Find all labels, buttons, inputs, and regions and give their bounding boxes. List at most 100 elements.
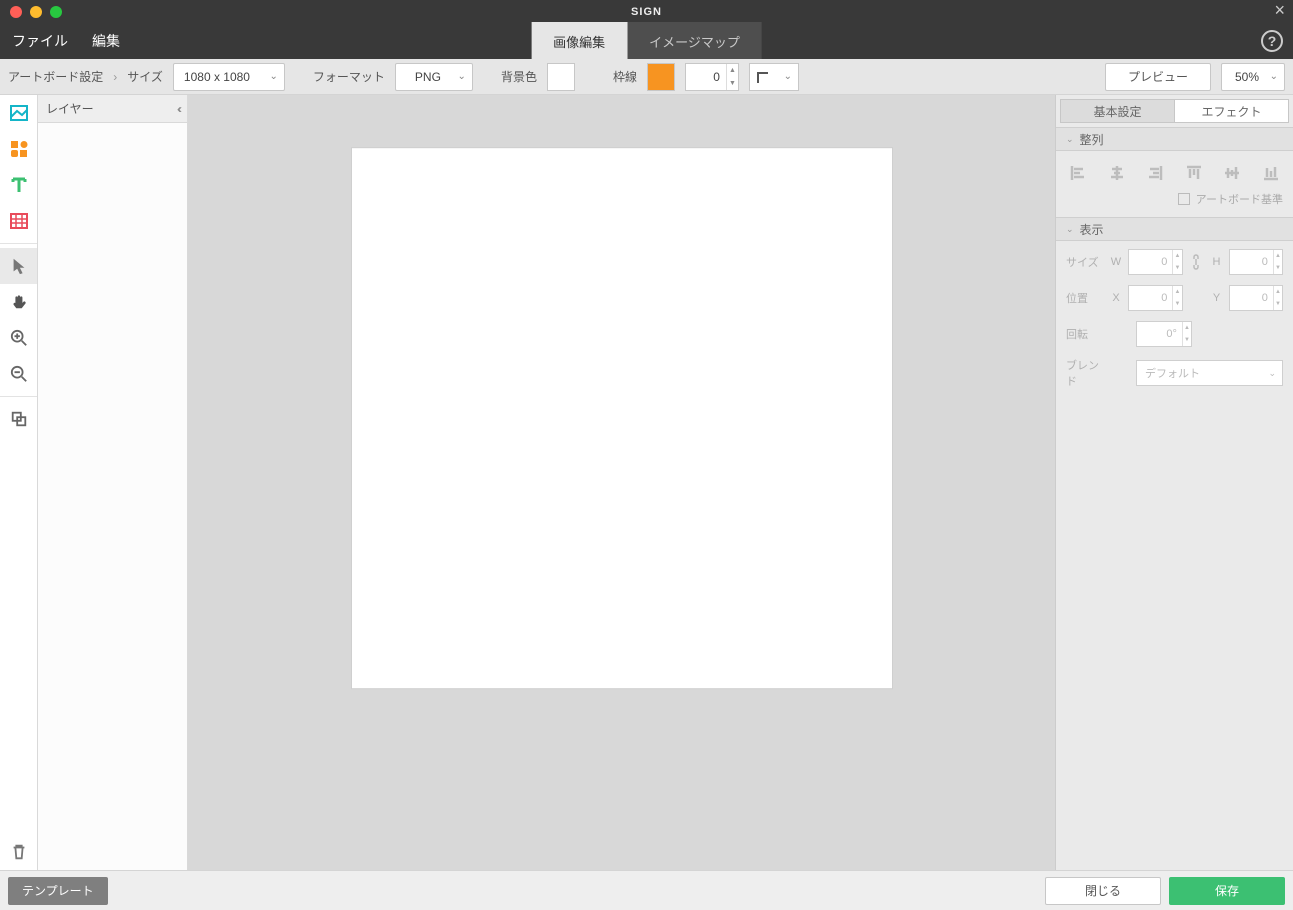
save-button[interactable]: 保存 <box>1169 877 1285 905</box>
layers-panel-header: レイヤー ‹‹ <box>38 95 187 123</box>
tool-select[interactable] <box>0 248 37 284</box>
size-field-label: サイズ <box>1066 254 1104 270</box>
tool-zoom-out[interactable] <box>0 356 37 392</box>
tool-text[interactable] <box>0 167 37 203</box>
tool-trash[interactable] <box>0 834 37 870</box>
y-input[interactable]: ▲▼ <box>1229 285 1284 311</box>
section-display-header[interactable]: ⌄ 表示 <box>1056 217 1293 241</box>
border-label: 枠線 <box>613 68 637 85</box>
chevron-down-icon: ⌄ <box>784 71 792 82</box>
bg-color-swatch[interactable] <box>547 63 575 91</box>
format-select[interactable]: PNG ⌄ <box>395 63 473 91</box>
tab-image-map[interactable]: イメージマップ <box>627 22 762 59</box>
align-bottom-icon[interactable] <box>1261 163 1281 183</box>
menubar: ファイル 編集 画像編集 イメージマップ ? <box>0 23 1293 59</box>
template-button[interactable]: テンプレート <box>8 877 108 905</box>
mode-tabs: 画像編集 イメージマップ <box>531 22 762 59</box>
border-color-swatch[interactable] <box>647 63 675 91</box>
chevron-down-icon: ⌄ <box>1270 71 1278 82</box>
section-align-title: 整列 <box>1080 131 1104 148</box>
shapes-icon <box>9 139 29 159</box>
link-dimensions-icon[interactable] <box>1187 254 1205 270</box>
spin-up-icon[interactable]: ▲ <box>1183 322 1191 334</box>
border-style-select[interactable]: ⌄ <box>749 63 799 91</box>
titlebar: SIGN × <box>0 0 1293 23</box>
spin-down-icon[interactable]: ▼ <box>1183 334 1191 346</box>
trash-icon <box>10 843 28 861</box>
spin-down-icon[interactable]: ▼ <box>1274 262 1282 274</box>
section-align-header[interactable]: ⌄ 整列 <box>1056 127 1293 151</box>
corner-icon <box>756 69 772 85</box>
spin-up-icon[interactable]: ▲ <box>727 64 738 77</box>
artboard-reference-checkbox[interactable] <box>1178 193 1190 205</box>
section-display-title: 表示 <box>1080 221 1104 238</box>
position-field-label: 位置 <box>1066 290 1104 306</box>
align-top-icon[interactable] <box>1184 163 1204 183</box>
spin-down-icon[interactable]: ▼ <box>727 77 738 90</box>
width-input[interactable]: ▲▼ <box>1128 249 1183 275</box>
spin-up-icon[interactable]: ▲ <box>1173 286 1181 298</box>
blend-mode-select[interactable]: デフォルト ⌄ <box>1136 360 1283 386</box>
rotation-label: 回転 <box>1066 326 1104 342</box>
canvas-area[interactable] <box>188 95 1055 870</box>
spin-up-icon[interactable]: ▲ <box>1173 250 1181 262</box>
section-display-body: サイズ W ▲▼ H ▲▼ 位置 X ▲▼ Y ▲▼ 回転 <box>1056 241 1293 399</box>
chevron-down-icon: ⌄ <box>1268 368 1276 379</box>
zoom-select[interactable]: 50% ⌄ <box>1221 63 1285 91</box>
height-input[interactable]: ▲▼ <box>1229 249 1284 275</box>
artboard-settings-label: アートボード設定 <box>8 68 103 85</box>
tab-effects[interactable]: エフェクト <box>1174 99 1289 123</box>
format-value: PNG <box>415 70 441 84</box>
format-label: フォーマット <box>313 68 385 85</box>
tool-hand[interactable] <box>0 284 37 320</box>
close-button[interactable]: 閉じる <box>1045 877 1161 905</box>
spin-up-icon[interactable]: ▲ <box>1274 286 1282 298</box>
tool-image[interactable] <box>0 95 37 131</box>
hand-icon <box>10 293 28 311</box>
toolbox <box>0 95 38 870</box>
tool-zoom-in[interactable] <box>0 320 37 356</box>
spin-down-icon[interactable]: ▼ <box>1173 298 1181 310</box>
layers-title: レイヤー <box>46 100 94 117</box>
align-left-icon[interactable] <box>1068 163 1088 183</box>
artboard[interactable] <box>352 148 892 688</box>
spin-down-icon[interactable]: ▼ <box>1173 262 1181 274</box>
menu-file[interactable]: ファイル <box>12 31 68 51</box>
window-minimize-icon[interactable] <box>30 6 42 18</box>
inspector-panel: 基本設定 エフェクト ⌄ 整列 アートボード基準 <box>1055 95 1293 870</box>
tool-duplicate[interactable] <box>0 401 37 437</box>
zoom-value: 50% <box>1235 70 1259 84</box>
y-label: Y <box>1209 292 1225 304</box>
h-label: H <box>1209 256 1225 268</box>
preview-button[interactable]: プレビュー <box>1105 63 1211 91</box>
tab-basic-settings[interactable]: 基本設定 <box>1060 99 1174 123</box>
text-icon <box>9 175 29 195</box>
spin-up-icon[interactable]: ▲ <box>1274 250 1282 262</box>
help-icon[interactable]: ? <box>1261 30 1283 52</box>
w-label: W <box>1108 256 1124 268</box>
footer-bar: テンプレート 閉じる 保存 <box>0 870 1293 910</box>
x-label: X <box>1108 292 1124 304</box>
tool-shapes[interactable] <box>0 131 37 167</box>
rotation-input[interactable]: ▲▼ <box>1136 321 1192 347</box>
window-zoom-icon[interactable] <box>50 6 62 18</box>
table-icon <box>9 211 29 231</box>
border-width-value[interactable] <box>686 64 726 90</box>
image-icon <box>9 103 29 123</box>
window-close-icon[interactable] <box>10 6 22 18</box>
border-width-input[interactable]: ▲▼ <box>685 63 739 91</box>
spin-down-icon[interactable]: ▼ <box>1274 298 1282 310</box>
artboard-size-value: 1080 x 1080 <box>184 70 250 84</box>
breadcrumb-sep-icon: › <box>113 70 117 84</box>
align-center-h-icon[interactable] <box>1107 163 1127 183</box>
tab-image-edit[interactable]: 画像編集 <box>531 22 627 59</box>
x-input[interactable]: ▲▼ <box>1128 285 1183 311</box>
artboard-size-select[interactable]: 1080 x 1080 ⌄ <box>173 63 285 91</box>
align-right-icon[interactable] <box>1145 163 1165 183</box>
align-center-v-icon[interactable] <box>1222 163 1242 183</box>
bg-color-label: 背景色 <box>501 68 537 85</box>
close-icon[interactable]: × <box>1274 0 1285 20</box>
tool-table[interactable] <box>0 203 37 239</box>
menu-edit[interactable]: 編集 <box>92 31 120 51</box>
collapse-panel-icon[interactable]: ‹‹ <box>177 102 179 116</box>
